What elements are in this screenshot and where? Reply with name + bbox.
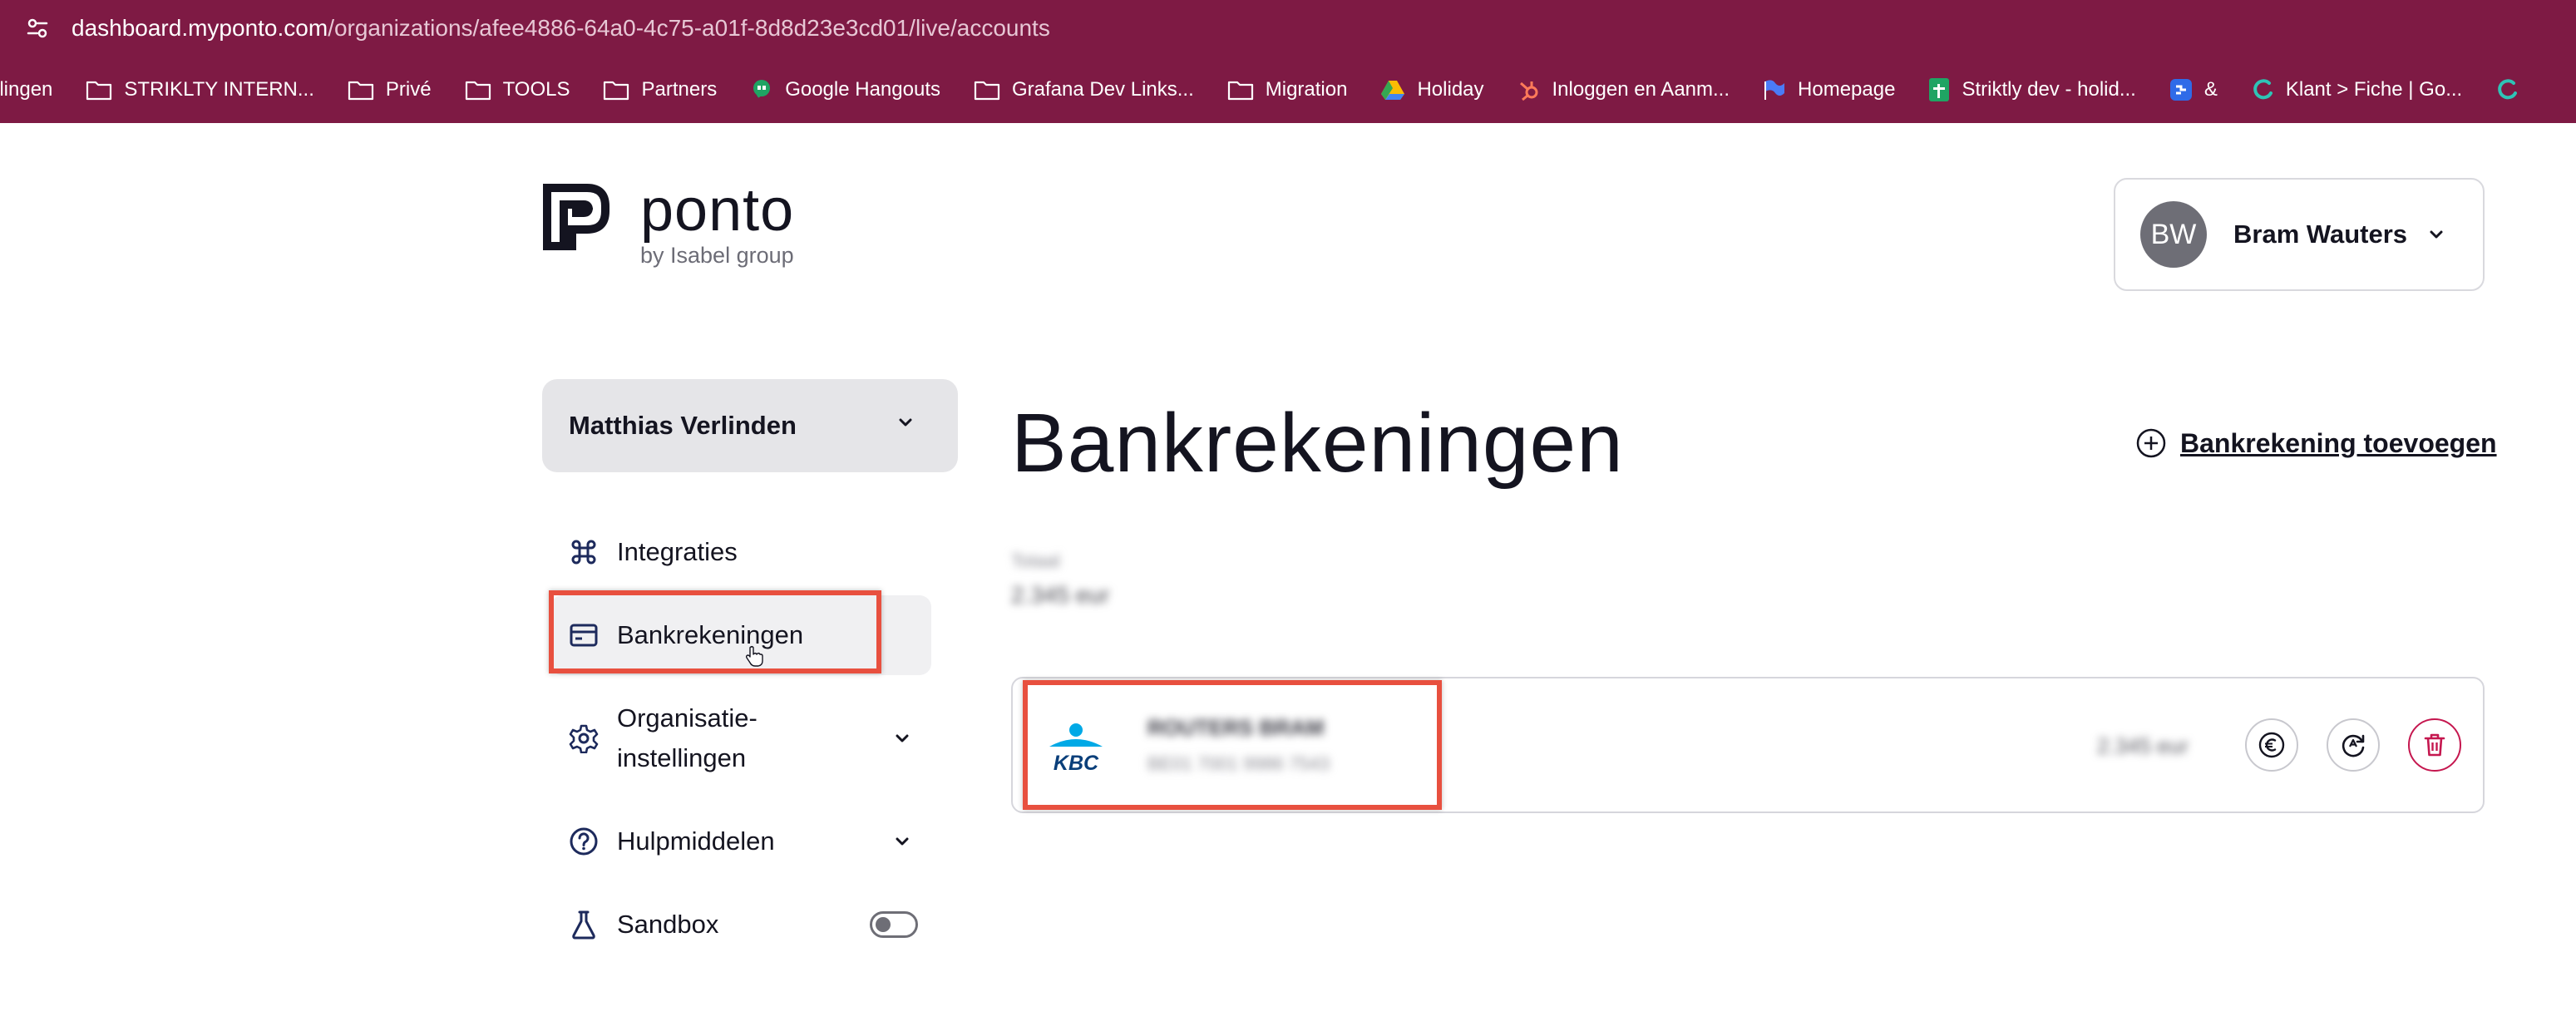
bookmark-label: Homepage: [1798, 78, 1896, 101]
flask-icon: [569, 910, 599, 940]
trash-icon: [2424, 733, 2445, 757]
annotation-highlight-account: [1023, 680, 1442, 810]
user-name: Bram Wauters: [2233, 220, 2408, 249]
url-path: /organizations/afee4886-64a0-4c75-a01f-8…: [328, 15, 1050, 41]
sidebar-item-label: Sandbox: [617, 910, 719, 939]
bookmark-homepage[interactable]: Homepage: [1763, 78, 1895, 101]
url-host: dashboard.myponto.com: [72, 15, 328, 41]
user-menu-button[interactable]: BW Bram Wauters: [2114, 178, 2485, 291]
folder-icon: [348, 81, 373, 101]
bookmark-label: TOOLS: [502, 78, 570, 101]
sidebar-item-label: Integraties: [617, 537, 738, 566]
bookmark-klant-fiche[interactable]: Klant > Fiche | Go...: [2251, 78, 2462, 101]
folder-icon: [604, 81, 629, 101]
balance-summary: Totaal 2.345 eur: [1011, 550, 1109, 609]
bookmark-label: Privé: [385, 78, 432, 101]
euro-icon: [2258, 732, 2285, 758]
organization-selector[interactable]: Matthias Verlinden: [542, 379, 958, 472]
bookmark-label: STRIKLTY INTERN...: [124, 78, 314, 101]
folder-icon: [86, 81, 112, 101]
bookmark-label: Holiday: [1417, 78, 1484, 101]
sidebar-item-label: Organisatie-: [617, 703, 758, 733]
add-account-link[interactable]: Bankrekening toevoegen: [2135, 427, 2497, 459]
bookmark-migration[interactable]: Migration: [1227, 78, 1348, 101]
bookmark-label: Google Hangouts: [785, 78, 940, 101]
bookmark-label: &: [2203, 78, 2218, 101]
url-text[interactable]: dashboard.myponto.com/organizations/afee…: [72, 15, 1050, 42]
bookmark-label: Migration: [1265, 78, 1348, 101]
annotation-highlight-sidebar: [549, 590, 881, 673]
bookmark-holiday[interactable]: Holiday: [1380, 78, 1484, 101]
page-title: Bankrekeningen: [1011, 397, 1624, 490]
toggle-knob: [876, 917, 891, 932]
payment-button[interactable]: [2245, 718, 2298, 772]
ponto-logo-mark: [543, 184, 609, 250]
sidebar-item-label-wrap: Organisatie-instellingen: [617, 698, 758, 778]
bookmark-label: Striktly dev - holid...: [1962, 78, 2136, 101]
folder-icon: [465, 81, 491, 101]
chevron-down-icon: [2430, 230, 2443, 239]
command-icon: [569, 537, 599, 567]
bookmark-label: llingen: [0, 78, 53, 101]
sidebar-item-organisatie-instellingen[interactable]: Organisatie-instellingen: [552, 698, 931, 778]
bookmarks-bar: llingen STRIKLTY INTERN... Privé TOOLS P…: [0, 57, 2576, 123]
chevron-down-icon[interactable]: [895, 836, 910, 846]
summary-amount: 2.345 eur: [1011, 582, 1110, 608]
plus-circle-icon: [2136, 428, 2166, 458]
bookmark-label: Partners: [641, 78, 718, 101]
bookmark-strikty-intern[interactable]: STRIKLTY INTERN...: [86, 78, 314, 101]
browser-url-bar[interactable]: dashboard.myponto.com/organizations/afee…: [0, 0, 2576, 57]
bookmark-label: Inloggen en Aanm...: [1552, 78, 1730, 101]
hand-cursor-icon: [745, 645, 763, 667]
avatar: BW: [2140, 201, 2207, 268]
gear-icon: [569, 723, 599, 753]
bookmark-overflow[interactable]: [2495, 78, 2530, 101]
app-icon: [2169, 79, 2192, 101]
add-account-label: Bankrekening toevoegen: [2180, 427, 2497, 458]
site-settings-icon[interactable]: [22, 12, 53, 44]
brand-subtitle: by Isabel group: [640, 243, 794, 268]
bookmark-striktly-dev[interactable]: Striktly dev - holid...: [1928, 77, 2136, 102]
sync-button[interactable]: [2327, 718, 2380, 772]
hangouts-icon: [753, 80, 771, 98]
swirl-icon: [2498, 79, 2518, 100]
chevron-down-icon[interactable]: [895, 733, 910, 743]
bookmark-ampersand[interactable]: &: [2169, 78, 2218, 101]
sheets-icon: [1929, 78, 1950, 101]
bookmark-llingen[interactable]: llingen: [0, 78, 52, 101]
sidebar-item-label-line2: instellingen: [617, 743, 747, 772]
sync-icon: [2342, 734, 2365, 757]
bookmark-grafana[interactable]: Grafana Dev Links...: [974, 78, 1194, 101]
sandbox-toggle[interactable]: [870, 911, 918, 938]
bookmark-inloggen[interactable]: Inloggen en Aanm...: [1517, 78, 1730, 101]
summary-label: Totaal: [1011, 550, 1060, 571]
bookmark-label: Klant > Fiche | Go...: [2285, 78, 2463, 101]
folder-icon: [1227, 81, 1253, 101]
swirl-icon: [2253, 79, 2273, 100]
bookmark-label: Grafana Dev Links...: [1011, 78, 1194, 101]
bookmark-tools[interactable]: TOOLS: [465, 78, 570, 101]
bookmark-partners[interactable]: Partners: [603, 78, 717, 101]
chevron-down-icon: [899, 418, 912, 427]
account-balance: 2.345 eur: [2097, 733, 2189, 758]
flag-icon: [1764, 80, 1785, 100]
folder-icon: [974, 81, 1000, 101]
drive-icon: [1381, 81, 1405, 100]
brand-name: ponto: [640, 177, 795, 244]
ponto-logo[interactable]: ponto by Isabel group: [542, 177, 795, 269]
logo-text: ponto by Isabel group: [640, 177, 795, 269]
sidebar-item-integraties[interactable]: Integraties: [552, 535, 931, 569]
help-icon: [569, 826, 599, 856]
delete-account-button[interactable]: [2408, 718, 2461, 772]
hubspot-icon: [1519, 81, 1538, 101]
organization-name: Matthias Verlinden: [569, 411, 797, 440]
bookmark-google-hangouts[interactable]: Google Hangouts: [750, 78, 940, 101]
sidebar-item-label: Hulpmiddelen: [617, 826, 775, 856]
bookmark-prive[interactable]: Privé: [348, 78, 432, 101]
sidebar-item-hulpmiddelen[interactable]: Hulpmiddelen: [552, 825, 931, 858]
